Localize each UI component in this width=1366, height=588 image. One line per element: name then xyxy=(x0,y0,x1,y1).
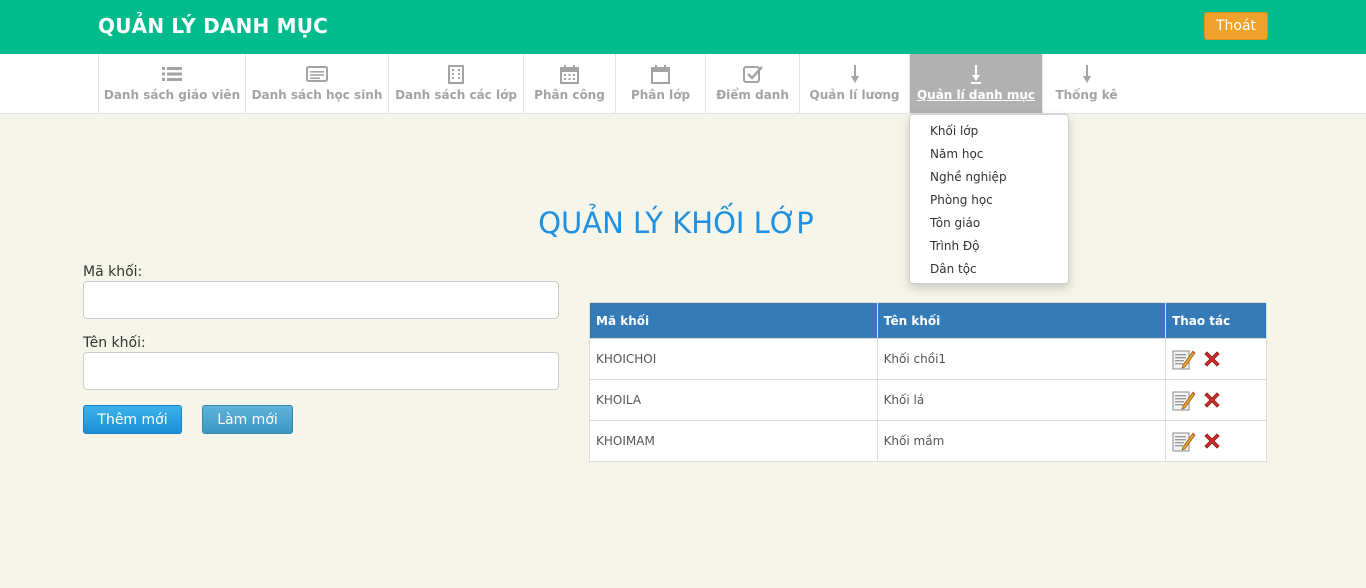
nav-item-teachers[interactable]: Danh sách giáo viên xyxy=(98,54,245,113)
nav-label: Phân lớp xyxy=(630,88,691,102)
delete-icon[interactable] xyxy=(1202,390,1222,410)
dropdown-item-trinh-do[interactable]: Trình Độ xyxy=(930,239,980,253)
nav-item-assignment[interactable]: Phân công xyxy=(523,54,615,113)
add-button[interactable]: Thêm mới xyxy=(83,405,182,434)
cell-ten-khoi: Khối mầm xyxy=(876,420,1167,462)
delete-icon[interactable] xyxy=(1202,431,1222,451)
list-icon xyxy=(162,64,182,84)
nav-label: Danh sách giáo viên xyxy=(103,88,241,102)
cell-ma-khoi: KHOIMAM xyxy=(589,420,878,462)
dropdown-item-khoi-lop[interactable]: Khối lớp xyxy=(930,124,978,138)
nav-item-class-assignment[interactable]: Phân lớp xyxy=(615,54,705,113)
nav-item-salary[interactable]: Quản lí lương xyxy=(799,54,909,113)
arrow-down-icon xyxy=(970,64,982,84)
column-header-ten-khoi: Tên khối xyxy=(876,302,1167,339)
cell-actions xyxy=(1165,338,1267,380)
cell-ten-khoi: Khối lá xyxy=(876,379,1167,421)
categories-dropdown-menu: Khối lớp Năm học Nghề nghiệp Phòng học T… xyxy=(909,114,1069,284)
table-header-row: Mã khối Tên khối Thao tác xyxy=(589,302,1267,339)
nav-label: Danh sách các lớp xyxy=(395,88,517,102)
nav-item-attendance[interactable]: Điểm danh xyxy=(705,54,799,113)
edit-icon[interactable] xyxy=(1172,430,1196,452)
reset-button[interactable]: Làm mới xyxy=(202,405,293,434)
nav-label: Quản lí danh mục xyxy=(916,88,1036,102)
edit-icon[interactable] xyxy=(1172,389,1196,411)
checkbox-icon xyxy=(742,64,763,84)
nav-item-statistics[interactable]: Thống kê xyxy=(1042,54,1130,113)
arrow-down-icon xyxy=(850,64,860,84)
app-title: QUẢN LÝ DANH MỤC xyxy=(98,14,329,38)
dropdown-item-phong-hoc[interactable]: Phòng học xyxy=(930,193,993,207)
table-row: KHOIMAM Khối mầm xyxy=(589,420,1267,462)
calendar-blank-icon xyxy=(651,64,670,84)
nav-item-students[interactable]: Danh sách học sinh xyxy=(245,54,388,113)
ma-khoi-label: Mã khối: xyxy=(83,264,143,280)
cell-ma-khoi: KHOILA xyxy=(589,379,878,421)
building-icon xyxy=(448,64,464,84)
edit-icon[interactable] xyxy=(1172,348,1196,370)
dropdown-item-nghe-nghiep[interactable]: Nghề nghiệp xyxy=(930,170,1007,184)
nav-label: Danh sách học sinh xyxy=(251,88,383,102)
id-card-icon xyxy=(306,64,328,84)
nav-label: Phân công xyxy=(534,88,605,102)
table-row: KHOILA Khối lá xyxy=(589,379,1267,421)
main-nav: Danh sách giáo viên Danh sách học sinh D… xyxy=(0,54,1366,114)
delete-icon[interactable] xyxy=(1202,349,1222,369)
top-bar: QUẢN LÝ DANH MỤC Thoát xyxy=(0,0,1366,54)
logout-button[interactable]: Thoát xyxy=(1204,12,1268,40)
cell-actions xyxy=(1165,420,1267,462)
nav-item-categories[interactable]: Quản lí danh mục xyxy=(909,54,1042,113)
nav-label: Thống kê xyxy=(1055,88,1118,102)
column-header-thao-tac: Thao tác xyxy=(1165,302,1267,339)
nav-label: Quản lí lương xyxy=(809,88,900,102)
ma-khoi-input[interactable] xyxy=(83,281,559,319)
ten-khoi-input[interactable] xyxy=(83,352,559,390)
cell-actions xyxy=(1165,379,1267,421)
cell-ten-khoi: Khối chồi1 xyxy=(876,338,1167,380)
khoi-lop-table: Mã khối Tên khối Thao tác KHOICHOI Khối … xyxy=(589,302,1267,462)
calendar-icon xyxy=(560,64,579,84)
cell-ma-khoi: KHOICHOI xyxy=(589,338,878,380)
nav-item-classes[interactable]: Danh sách các lớp xyxy=(388,54,523,113)
nav-label: Điểm danh xyxy=(716,88,789,102)
column-header-ma-khoi: Mã khối xyxy=(589,302,878,339)
dropdown-item-dan-toc[interactable]: Dân tộc xyxy=(930,262,977,276)
ten-khoi-label: Tên khối: xyxy=(83,335,146,351)
dropdown-item-nam-hoc[interactable]: Năm học xyxy=(930,147,983,161)
page-title: QUẢN LÝ KHỐI LỚP xyxy=(538,206,814,240)
arrow-down-icon xyxy=(1082,64,1092,84)
table-row: KHOICHOI Khối chồi1 xyxy=(589,338,1267,380)
